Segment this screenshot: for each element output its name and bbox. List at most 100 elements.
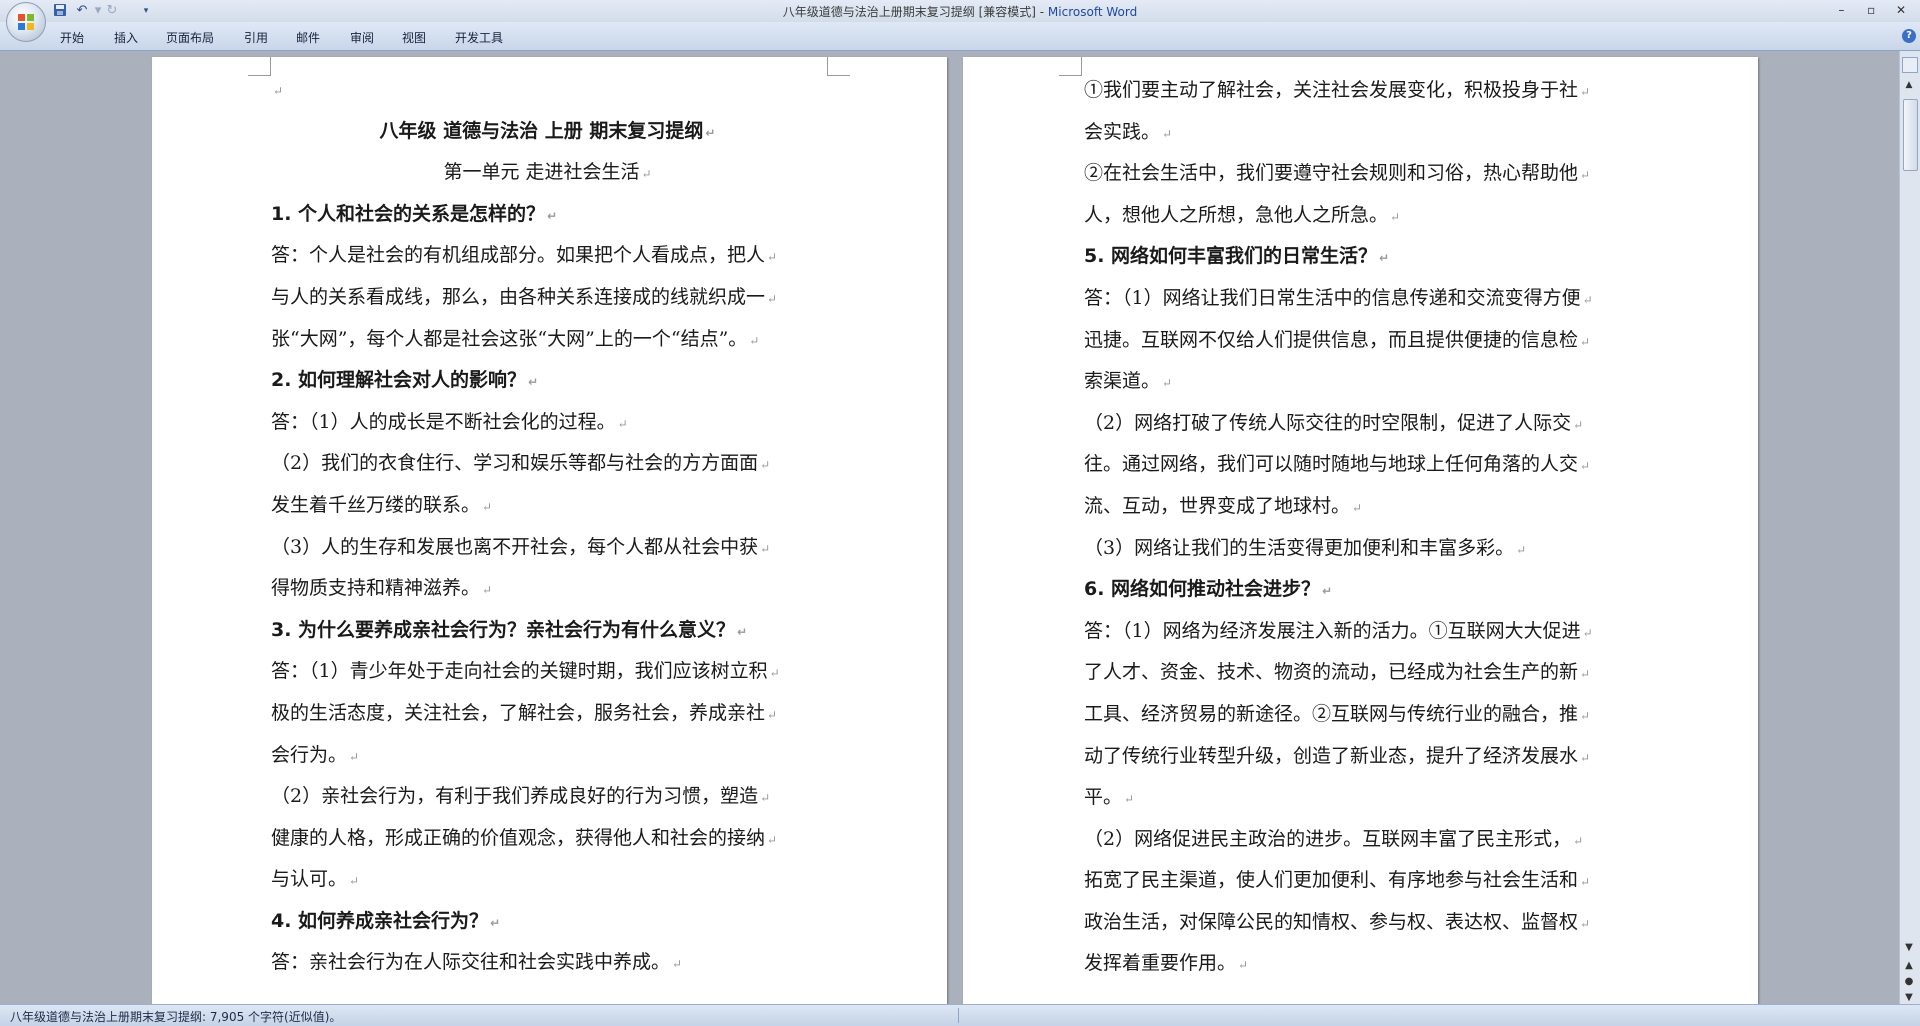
question-heading[interactable]: 5. 网络如何丰富我们的日常生活？ ↵	[1084, 236, 1637, 278]
margin-corner-mark	[827, 57, 850, 76]
tab-view[interactable]: 视图	[402, 29, 426, 46]
paragraph-line[interactable]: 工具、经济贸易的新途径。②互联网与传统行业的融合，推 ↵	[1084, 694, 1637, 736]
paragraph-mark-icon: ↵	[760, 541, 771, 556]
page-2-text[interactable]: ①我们要主动了解社会，关注社会发展变化，积极投身于社 ↵ 会实践。 ↵ ②在社会生活中，…	[1084, 70, 1637, 985]
unit-heading[interactable]: 第一单元 走进社会生活 ↵	[271, 152, 824, 194]
paragraph-mark-icon: ↵	[1162, 376, 1173, 391]
paragraph-line[interactable]: ①我们要主动了解社会，关注社会发展变化，积极投身于社 ↵	[1084, 70, 1637, 112]
paragraph-mark-icon: ↵	[482, 583, 493, 598]
paragraph-line[interactable]: 动了传统行业转型升级，创造了新业态，提升了经济发展水 ↵	[1084, 736, 1637, 778]
paragraph-mark-icon: ↵	[1582, 292, 1593, 307]
page-1-text[interactable]: ↵ 八年级 道德与法治 上册 期末复习提纲 ↵ 第一单元 走进社会生活 ↵ 1. 个人和社…	[271, 69, 824, 984]
line-text: 健康的人格，形成正确的价值观念，获得他人和社会的接纳	[271, 826, 766, 849]
paragraph-line[interactable]: 答：（1）网络为经济发展注入新的活力。①互联网大大促进 ↵	[1084, 611, 1637, 653]
paragraph-line[interactable]: 极的生活态度，关注社会，了解社会，服务社会，养成亲社 ↵	[271, 693, 824, 735]
paragraph-line[interactable]: 会行为。 ↵	[271, 735, 824, 777]
question-heading[interactable]: 6. 网络如何推动社会进步？ ↵	[1084, 569, 1637, 611]
maximize-button[interactable]: ▫	[1858, 2, 1884, 18]
paragraph-line[interactable]: ↵	[271, 69, 824, 111]
undo-icon[interactable]: ↶	[74, 3, 90, 19]
page-2[interactable]: ①我们要主动了解社会，关注社会发展变化，积极投身于社 ↵ 会实践。 ↵ ②在社会生活中，…	[963, 57, 1758, 1004]
paragraph-line[interactable]: 答：（1）人的成长是不断社会化的过程。 ↵	[271, 402, 824, 444]
paragraph-line[interactable]: 答：（1）青少年处于走向社会的关键时期，我们应该树立积 ↵	[271, 651, 824, 693]
paragraph-line[interactable]: （2）网络打破了传统人际交往的时空限制，促进了人际交 ↵	[1084, 403, 1637, 445]
paragraph-line[interactable]: 健康的人格，形成正确的价值观念，获得他人和社会的接纳 ↵	[271, 818, 824, 860]
save-icon[interactable]	[52, 3, 68, 19]
window-title-app: Microsoft Word	[1047, 5, 1138, 19]
paragraph-mark-icon: ↵	[1580, 168, 1591, 183]
line-text: 2. 如何理解社会对人的影响？	[271, 369, 527, 392]
line-text: （2）我们的衣食住行、学习和娱乐等都与社会的方方面面	[271, 452, 759, 475]
paragraph-line[interactable]: 索渠道。 ↵	[1084, 361, 1637, 403]
customize-toolbar-icon[interactable]: ▾	[138, 3, 154, 19]
scroll-down-button[interactable]: ▼	[1902, 941, 1916, 955]
tab-developer[interactable]: 开发工具	[455, 29, 503, 46]
question-heading[interactable]: 3. 为什么要养成亲社会行为？亲社会行为有什么意义？ ↵	[271, 610, 824, 652]
paragraph-line[interactable]: 迅捷。互联网不仅给人们提供信息，而且提供便捷的信息检 ↵	[1084, 320, 1637, 362]
line-text: 会行为。	[271, 743, 348, 766]
paragraph-line[interactable]: 得物质支持和精神滋养。 ↵	[271, 568, 824, 610]
office-button[interactable]	[6, 2, 46, 42]
scroll-up-button[interactable]: ▲	[1903, 79, 1915, 91]
line-text: 答：（1）人的成长是不断社会化的过程。	[271, 410, 616, 433]
close-button[interactable]: ✕	[1888, 2, 1914, 18]
line-text: （3）人的生存和发展也离不开社会，每个人都从社会中获	[271, 535, 759, 558]
paragraph-line[interactable]: （3）网络让我们的生活变得更加便利和丰富多彩。 ↵	[1084, 528, 1637, 570]
vertical-scrollbar[interactable]: ▲ ▼ ▲ ● ▼	[1899, 51, 1920, 1004]
paragraph-line[interactable]: 张“大网”，每个人都是社会这张“大网”上的一个“结点”。 ↵	[271, 319, 824, 361]
select-browse-object-button[interactable]: ●	[1902, 975, 1916, 989]
question-heading[interactable]: 1. 个人和社会的关系是怎样的？ ↵	[271, 194, 824, 236]
paragraph-mark-icon: ↵	[490, 915, 501, 930]
paragraph-line[interactable]: 了人才、资金、技术、物资的流动，已经成为社会生产的新 ↵	[1084, 652, 1637, 694]
paragraph-line[interactable]: 答：亲社会行为在人际交往和社会实践中养成。 ↵	[271, 942, 824, 984]
paragraph-line[interactable]: 政治生活，对保障公民的知情权、参与权、表达权、监督权 ↵	[1084, 902, 1637, 944]
redo-icon[interactable]: ↻	[104, 3, 120, 19]
question-heading[interactable]: 2. 如何理解社会对人的影响？ ↵	[271, 360, 824, 402]
tab-references[interactable]: 引用	[244, 29, 268, 46]
help-icon[interactable]: ?	[1902, 29, 1916, 43]
paragraph-line[interactable]: 发生着千丝万缕的联系。 ↵	[271, 485, 824, 527]
tab-mailings[interactable]: 邮件	[296, 29, 320, 46]
paragraph-mark-icon: ↵	[769, 666, 780, 681]
title-bar: 八年级道德与法治上册期末复习提纲 [兼容模式] - Microsoft Word…	[0, 0, 1920, 22]
question-heading[interactable]: 4. 如何养成亲社会行为？ ↵	[271, 901, 824, 943]
paragraph-line[interactable]: （3）人的生存和发展也离不开社会，每个人都从社会中获 ↵	[271, 527, 824, 569]
document-area[interactable]: ↵ 八年级 道德与法治 上册 期末复习提纲 ↵ 第一单元 走进社会生活 ↵ 1. 个人和社…	[0, 51, 1900, 1004]
page-1[interactable]: ↵ 八年级 道德与法治 上册 期末复习提纲 ↵ 第一单元 走进社会生活 ↵ 1. 个人和社…	[152, 57, 947, 1004]
word-count-status[interactable]: 八年级道德与法治上册期末复习提纲: 7,905 个字符(近似值)。	[10, 1008, 341, 1025]
line-text: 6. 网络如何推动社会进步？	[1084, 578, 1321, 601]
line-text: 政治生活，对保障公民的知情权、参与权、表达权、监督权	[1084, 910, 1579, 933]
paragraph-line[interactable]: 拓宽了民主渠道，使人们更加便利、有序地参与社会生活和 ↵	[1084, 860, 1637, 902]
scroll-thumb[interactable]	[1903, 99, 1918, 171]
line-text: 八年级 道德与法治 上册 期末复习提纲	[379, 119, 704, 142]
paragraph-line[interactable]: （2）网络促进民主政治的进步。互联网丰富了民主形式， ↵	[1084, 819, 1637, 861]
minimize-button[interactable]: –	[1828, 2, 1854, 18]
paragraph-mark-icon: ↵	[760, 791, 771, 806]
tab-review[interactable]: 审阅	[350, 29, 374, 46]
paragraph-line[interactable]: 流、互动，世界变成了地球村。 ↵	[1084, 486, 1637, 528]
line-text: 往。通过网络，我们可以随时随地与地球上任何角落的人交	[1084, 453, 1579, 476]
paragraph-line[interactable]: 答：（1）网络让我们日常生活中的信息传递和交流变得方便 ↵	[1084, 278, 1637, 320]
paragraph-line[interactable]: 答：个人是社会的有机组成部分。如果把个人看成点，把人 ↵	[271, 235, 824, 277]
paragraph-line[interactable]: 平。 ↵	[1084, 777, 1637, 819]
tab-page-layout[interactable]: 页面布局	[166, 29, 214, 46]
tab-insert[interactable]: 插入	[114, 29, 138, 46]
paragraph-line[interactable]: 会实践。 ↵	[1084, 112, 1637, 154]
paragraph-mark-icon: ↵	[1580, 708, 1591, 723]
paragraph-line[interactable]: ②在社会生活中，我们要遵守社会规则和习俗，热心帮助他 ↵	[1084, 153, 1637, 195]
paragraph-line[interactable]: 人，想他人之所想，急他人之所急。 ↵	[1084, 195, 1637, 237]
document-title[interactable]: 八年级 道德与法治 上册 期末复习提纲 ↵	[271, 111, 824, 153]
tab-home[interactable]: 开始	[60, 29, 84, 46]
paragraph-line[interactable]: 往。通过网络，我们可以随时随地与地球上任何角落的人交 ↵	[1084, 444, 1637, 486]
view-ruler-button[interactable]	[1902, 57, 1918, 73]
paragraph-line[interactable]: 与认可。 ↵	[271, 859, 824, 901]
previous-page-button[interactable]: ▲	[1902, 959, 1916, 973]
paragraph-mark-icon: ↵	[273, 84, 284, 98]
paragraph-line[interactable]: （2）亲社会行为，有利于我们养成良好的行为习惯，塑造 ↵	[271, 776, 824, 818]
next-page-button[interactable]: ▼	[1902, 991, 1916, 1005]
paragraph-line[interactable]: 发挥着重要作用。 ↵	[1084, 943, 1637, 985]
line-text: 张“大网”，每个人都是社会这张“大网”上的一个“结点”。	[271, 327, 748, 350]
paragraph-line[interactable]: 与人的关系看成线，那么，由各种关系连接成的线就织成一 ↵	[271, 277, 824, 319]
paragraph-line[interactable]: （2）我们的衣食住行、学习和娱乐等都与社会的方方面面 ↵	[271, 443, 824, 485]
paragraph-mark-icon: ↵	[1580, 750, 1591, 765]
